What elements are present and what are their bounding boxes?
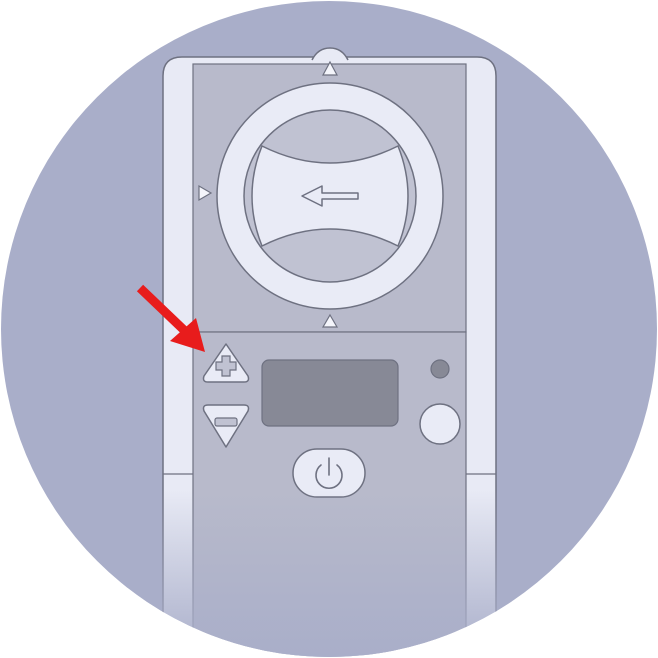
bottom-fade <box>1 490 657 657</box>
power-button[interactable] <box>292 448 366 498</box>
device-illustration <box>1 1 657 657</box>
display-screen <box>261 359 399 427</box>
indicator-led <box>430 359 450 379</box>
round-button[interactable] <box>419 403 461 445</box>
illustration <box>0 0 658 658</box>
minus-icon <box>214 417 238 427</box>
